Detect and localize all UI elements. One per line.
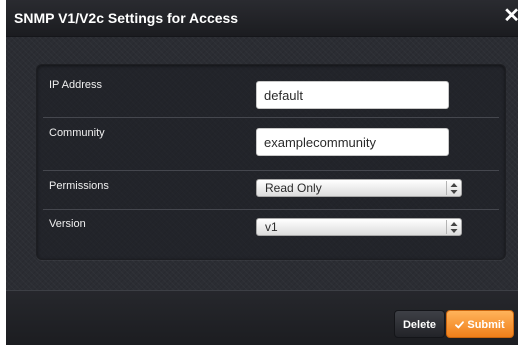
delete-button[interactable]: Delete: [394, 310, 445, 338]
dialog-title: SNMP V1/V2c Settings for Access: [14, 10, 239, 26]
permissions-select-value: Read Only: [265, 181, 322, 195]
dialog-titlebar: SNMP V1/V2c Settings for Access ✕: [6, 0, 518, 37]
ip-address-label: IP Address: [49, 79, 102, 91]
submit-button[interactable]: Submit: [446, 310, 514, 338]
ip-address-row: IP Address: [43, 69, 499, 118]
submit-button-label: Submit: [467, 319, 505, 331]
settings-panel: IP Address Community Permissions Read On…: [36, 64, 506, 260]
version-label: Version: [49, 218, 86, 230]
check-icon: [455, 311, 465, 339]
version-row: Version v1: [43, 210, 499, 250]
community-label: Community: [49, 127, 105, 139]
permissions-row: Permissions Read Only: [43, 171, 499, 210]
version-select[interactable]: v1: [256, 218, 462, 236]
permissions-select[interactable]: Read Only: [256, 179, 462, 197]
snmp-settings-dialog: SNMP V1/V2c Settings for Access ✕ IP Add…: [6, 0, 518, 345]
permissions-label: Permissions: [49, 180, 109, 192]
dialog-footer: Delete Submit: [6, 290, 518, 345]
delete-button-label: Delete: [402, 319, 437, 331]
updown-arrows-icon: [446, 181, 460, 195]
version-select-value: v1: [265, 220, 278, 234]
community-input[interactable]: [256, 128, 449, 156]
ip-address-input[interactable]: [256, 81, 449, 109]
community-row: Community: [43, 118, 499, 171]
close-icon[interactable]: ✕: [503, 6, 518, 26]
updown-arrows-icon: [446, 220, 460, 234]
